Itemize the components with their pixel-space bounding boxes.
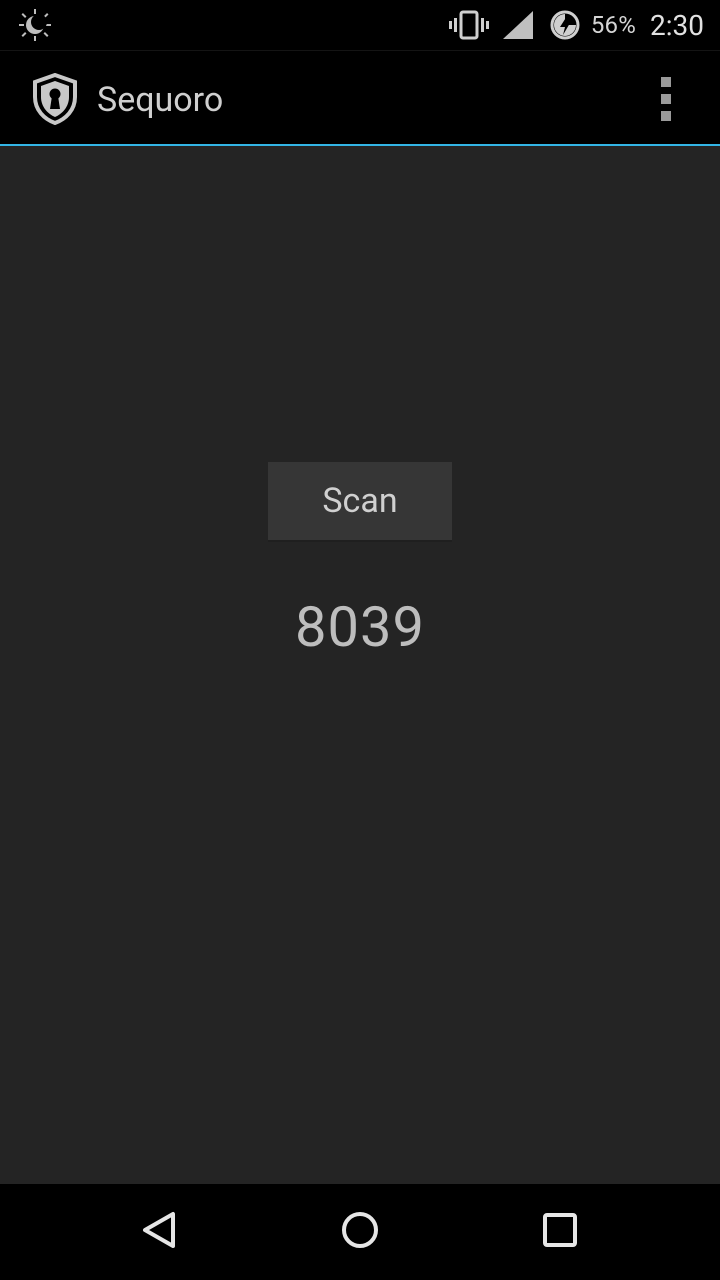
night-mode-icon [18, 8, 52, 42]
battery-charging-icon [549, 9, 581, 41]
overflow-dot [661, 94, 671, 104]
cell-signal-icon [502, 11, 533, 39]
overflow-dot [661, 77, 671, 87]
scan-result-value: 8039 [295, 594, 425, 660]
app-title: Sequoro [97, 80, 224, 120]
navigation-bar [0, 1184, 720, 1280]
vibrate-icon [448, 10, 489, 40]
main-content: Scan 8039 [0, 146, 720, 1184]
clock: 2:30 [650, 8, 704, 42]
recents-icon [540, 1210, 580, 1254]
back-button[interactable] [130, 1202, 190, 1262]
overflow-menu-button[interactable] [642, 73, 690, 125]
home-button[interactable] [330, 1202, 390, 1262]
status-icons: 56% 2:30 [448, 0, 704, 50]
back-icon [140, 1210, 180, 1254]
recents-button[interactable] [530, 1202, 590, 1262]
overflow-dot [661, 111, 671, 121]
home-icon [340, 1210, 380, 1254]
scan-button[interactable]: Scan [268, 462, 452, 542]
app-screen: 56% 2:30 Sequoro Scan 8039 [0, 0, 720, 1280]
battery-percent: 56% [590, 11, 636, 39]
status-bar: 56% 2:30 [0, 0, 720, 50]
action-bar: Sequoro [0, 50, 720, 147]
shield-keyhole-icon[interactable] [32, 72, 78, 126]
